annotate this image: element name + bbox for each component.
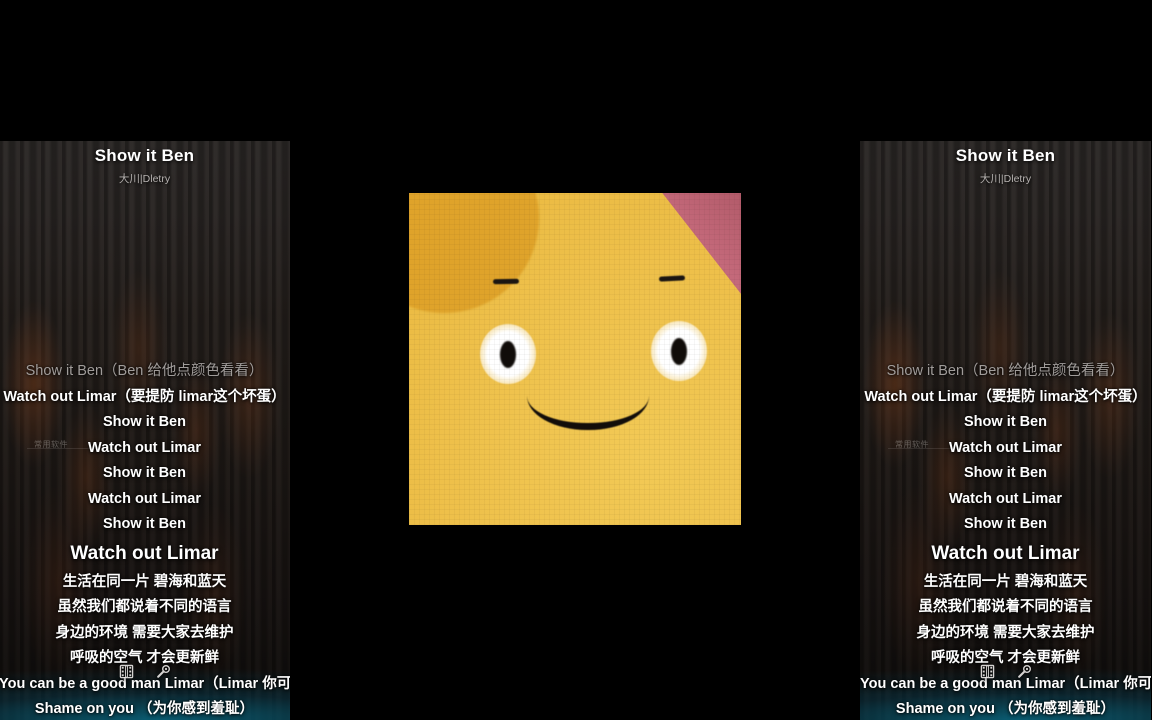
lyric-line: Shame on you （为你感到羞耻） xyxy=(895,701,1116,717)
yellow-smiley-face-photo xyxy=(409,193,741,525)
song-title: Show it Ben xyxy=(955,146,1056,165)
film-strip-icon[interactable] xyxy=(979,663,996,680)
lyric-line: Show it Ben xyxy=(964,465,1047,481)
lyric-line: Show it Ben xyxy=(103,465,186,481)
lyric-line: Watch out Limar（要提防 limar这个坏蛋） xyxy=(864,388,1147,405)
lyric-line: Show it Ben xyxy=(103,414,186,430)
lyric-line: Watch out Limar xyxy=(70,542,219,564)
lyric-line: 生活在同一片 碧海和蓝天 xyxy=(62,573,227,590)
song-title: Show it Ben xyxy=(94,146,195,165)
lyric-line: Show it Ben xyxy=(964,414,1047,430)
film-strip-icon[interactable] xyxy=(118,663,135,680)
song-artist: 大川|Dletry xyxy=(118,173,171,185)
eye-left xyxy=(480,324,536,384)
center-image-frame xyxy=(405,189,745,529)
microphone-icon[interactable] xyxy=(155,663,172,680)
lyric-line: 虽然我们都说着不同的语言 xyxy=(918,599,1093,615)
lyric-line: Show it Ben（Ben 给他点颜色看看） xyxy=(886,363,1125,379)
lyric-line: 虽然我们都说着不同的语言 xyxy=(57,599,232,615)
song-artist: 大川|Dletry xyxy=(979,173,1032,185)
lyric-line: Show it Ben xyxy=(103,516,186,532)
lyric-line: Watch out Limar xyxy=(87,490,202,507)
microphone-icon[interactable] xyxy=(1016,663,1033,680)
pupil-left xyxy=(500,340,516,368)
lyric-line: Show it Ben（Ben 给他点颜色看看） xyxy=(25,363,264,379)
lyric-line: Shame on you （为你感到羞耻） xyxy=(34,701,255,717)
lyric-line: Watch out Limar xyxy=(948,439,1063,456)
eye-right xyxy=(651,321,707,381)
lyric-line: Watch out Limar xyxy=(948,490,1063,507)
screen-root: 常用软件 Show it Ben 大川|Dletry Show it Ben（B… xyxy=(0,0,1152,720)
lyric-line: Show it Ben xyxy=(964,516,1047,532)
lyrics-panel-left[interactable]: 常用软件 Show it Ben 大川|Dletry Show it Ben（B… xyxy=(0,141,290,720)
eyebrow-left xyxy=(492,278,520,285)
lyrics-panel-right[interactable]: 常用软件 Show it Ben 大川|Dletry Show it Ben（B… xyxy=(860,141,1151,720)
lyrics-controls-left xyxy=(0,663,290,680)
lyrics-controls-right xyxy=(860,663,1151,680)
pupil-right xyxy=(671,337,687,365)
lyric-line: Watch out Limar（要提防 limar这个坏蛋） xyxy=(3,388,286,405)
lyric-line: 身边的环境 需要大家去维护 xyxy=(916,624,1095,641)
lyric-line: Watch out Limar xyxy=(87,439,202,456)
lyric-line: Watch out Limar xyxy=(931,542,1080,564)
lyric-line: 身边的环境 需要大家去维护 xyxy=(55,624,234,641)
lyric-line: 生活在同一片 碧海和蓝天 xyxy=(923,573,1088,590)
